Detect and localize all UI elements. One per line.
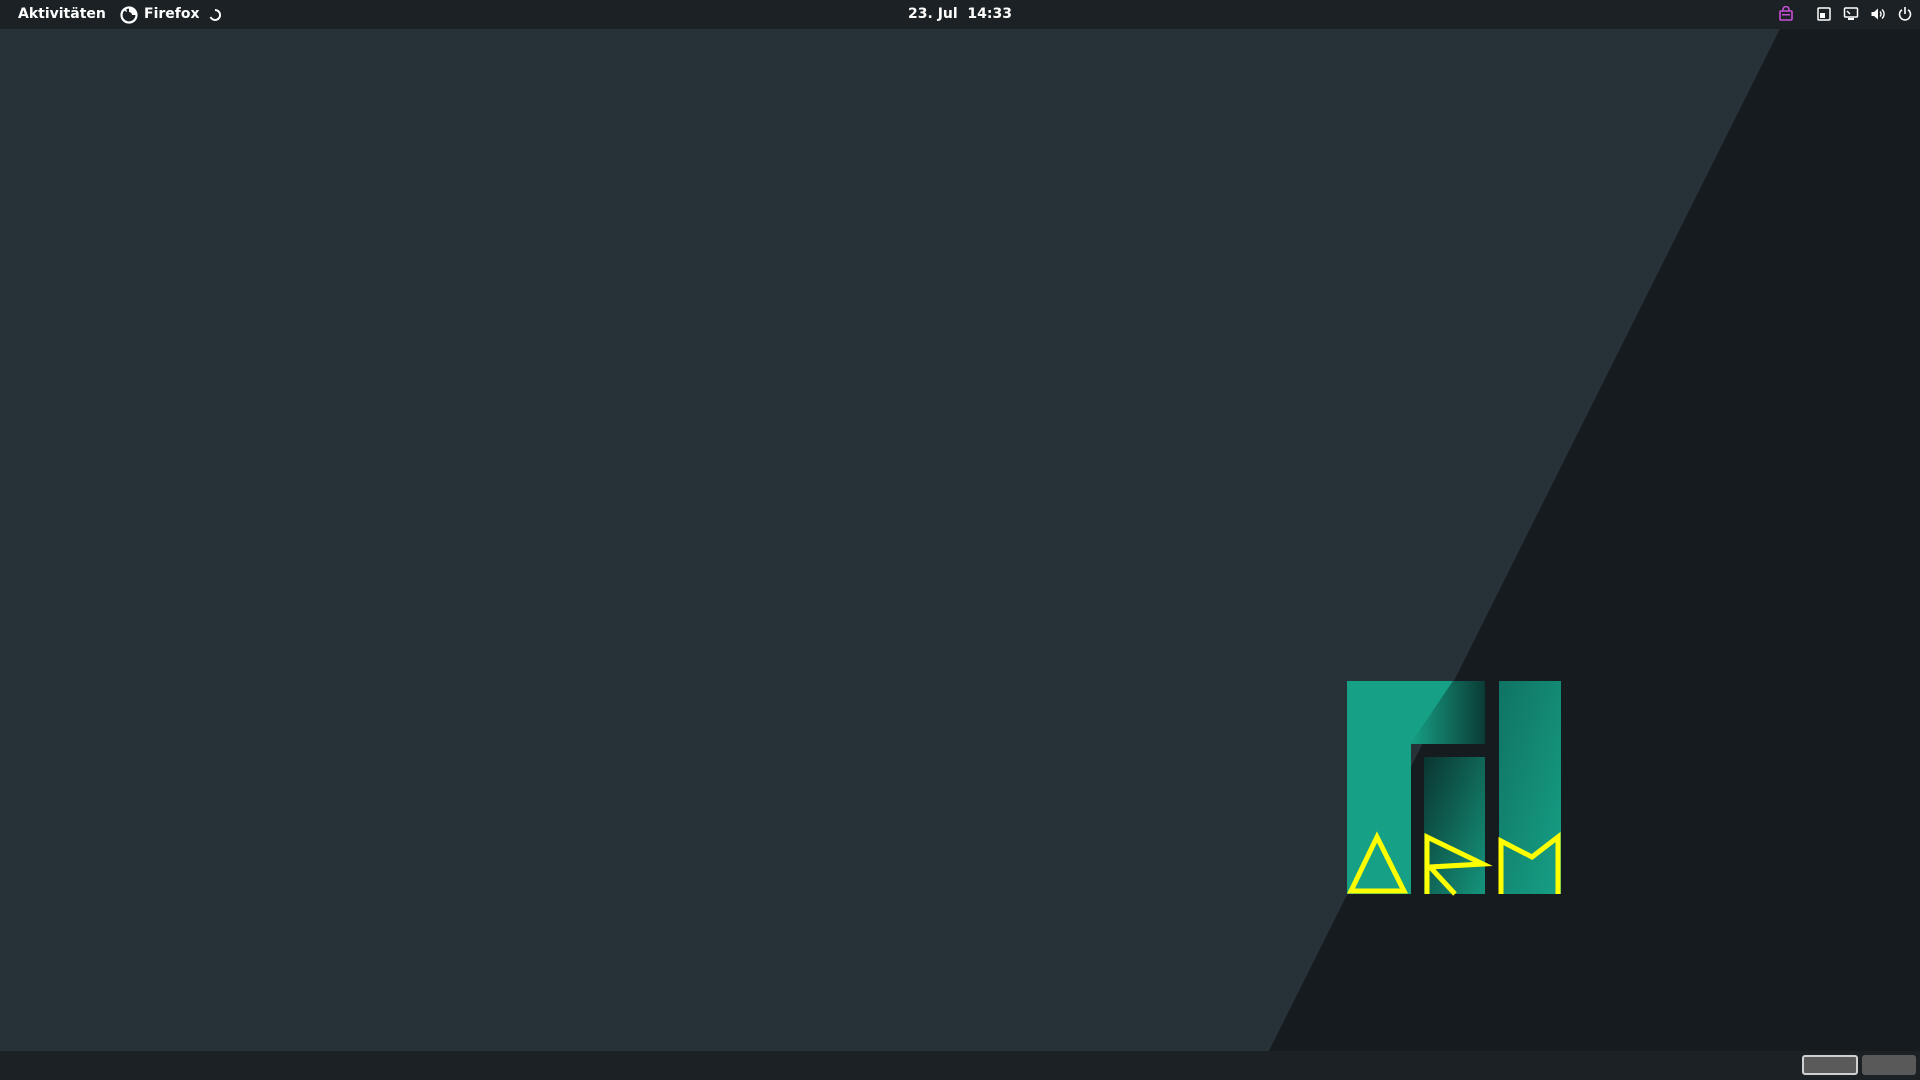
shopping-bag-icon[interactable] xyxy=(1778,6,1794,22)
volume-icon[interactable] xyxy=(1870,6,1886,22)
wallpaper-shadow xyxy=(1269,29,1920,1051)
loading-spinner-icon xyxy=(209,8,221,21)
bottom-panel xyxy=(0,1051,1920,1080)
clock-button[interactable]: 23. Jul 14:33 xyxy=(908,0,1012,29)
workspace-1-thumbnail[interactable] xyxy=(1802,1055,1858,1075)
screen-share-icon[interactable] xyxy=(1816,6,1832,22)
app-menu-button[interactable]: Firefox xyxy=(120,0,222,29)
app-name-label: Firefox xyxy=(144,6,200,22)
top-panel: Aktivitäten Firefox 23. Jul 14:33 xyxy=(0,0,1920,29)
workspace-2-thumbnail[interactable] xyxy=(1862,1055,1916,1075)
power-icon[interactable] xyxy=(1897,6,1913,22)
desktop-background[interactable] xyxy=(0,29,1920,1051)
activities-button[interactable]: Aktivitäten xyxy=(18,0,106,29)
wallpaper xyxy=(1269,29,1920,1051)
firefox-icon xyxy=(120,5,138,24)
network-wired-icon[interactable] xyxy=(1843,6,1859,22)
manjaro-arm-logo xyxy=(1347,681,1561,896)
